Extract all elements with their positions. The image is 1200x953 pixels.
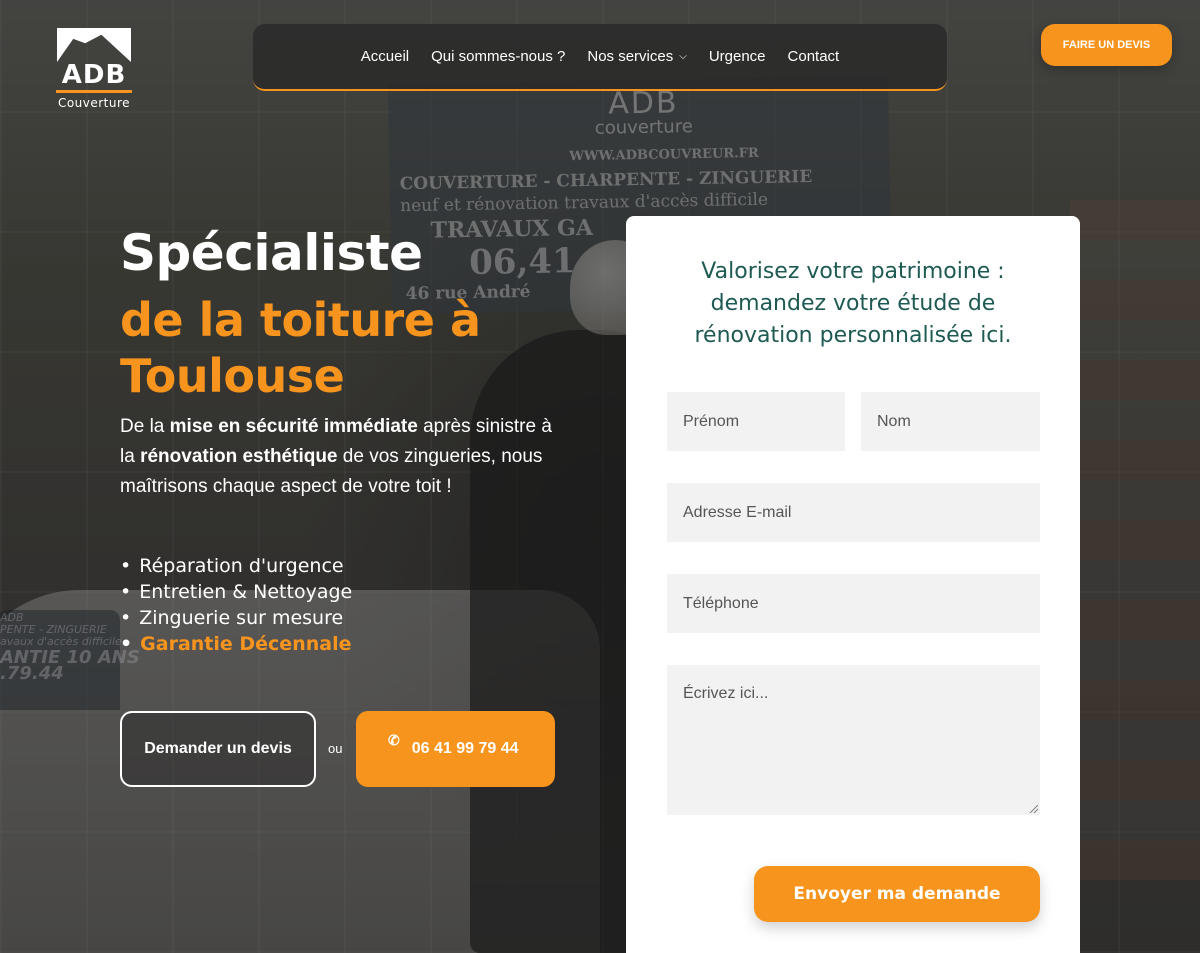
firstname-field[interactable]: Prénom bbox=[667, 392, 845, 451]
feature-item: Réparation d'urgence bbox=[120, 553, 352, 579]
phone-field[interactable]: Téléphone bbox=[667, 574, 1040, 633]
hero-description: De la mise en sécurité immédiate après s… bbox=[120, 412, 570, 502]
nav-item-urgence[interactable]: Urgence bbox=[709, 48, 766, 65]
chevron-down-icon: ⌵ bbox=[679, 51, 687, 62]
logo-tagline: Couverture bbox=[57, 96, 131, 110]
nav-item-qui-sommes-nous[interactable]: Qui sommes-nous ? bbox=[431, 48, 565, 65]
message-placeholder: Écrivez ici... bbox=[683, 685, 769, 702]
feature-list: Réparation d'urgence Entretien & Nettoya… bbox=[120, 553, 352, 657]
hero-title-line2: de la toiture à Toulouse bbox=[120, 293, 481, 403]
hero-title-line1: Spécialiste bbox=[120, 224, 423, 282]
feature-item: Zinguerie sur mesure bbox=[120, 605, 352, 631]
email-field[interactable]: Adresse E-mail bbox=[667, 483, 1040, 542]
main-nav: Accueil Qui sommes-nous ? Nos services ⌵ … bbox=[253, 24, 947, 91]
message-textarea[interactable]: Écrivez ici... bbox=[667, 665, 1040, 815]
desc-bold2: rénovation esthétique bbox=[140, 446, 338, 467]
nav-item-label: Accueil bbox=[360, 48, 410, 65]
or-separator: ou bbox=[328, 741, 343, 756]
nav-item-nos-services[interactable]: Nos services ⌵ bbox=[587, 48, 686, 65]
nav-item-label: Urgence bbox=[708, 48, 766, 65]
roof-icon bbox=[57, 28, 131, 62]
site-logo[interactable]: ADB Couverture bbox=[56, 28, 132, 110]
nav-item-label: Contact bbox=[787, 48, 840, 65]
feature-item: Entretien & Nettoyage bbox=[120, 579, 352, 605]
feature-item-highlight: Garantie Décennale bbox=[120, 631, 352, 657]
quote-form-card: Valorisez votre patrimoine : demandez vo… bbox=[626, 216, 1080, 953]
header-quote-button[interactable]: FAIRE UN DEVIS bbox=[1041, 24, 1172, 66]
form-title: Valorisez votre patrimoine : demandez vo… bbox=[694, 259, 1012, 348]
request-quote-button[interactable]: Demander un devis bbox=[120, 711, 316, 787]
nav-item-label: Qui sommes-nous ? bbox=[431, 48, 566, 65]
nav-item-accueil[interactable]: Accueil bbox=[361, 48, 409, 65]
lastname-field[interactable]: Nom bbox=[861, 392, 1040, 451]
submit-button[interactable]: Envoyer ma demande bbox=[754, 866, 1040, 922]
phone-icon: ✆ bbox=[388, 732, 400, 748]
resize-handle-icon[interactable] bbox=[1030, 805, 1038, 813]
nav-item-label: Nos services bbox=[587, 48, 674, 65]
nav-item-contact[interactable]: Contact bbox=[788, 48, 840, 65]
logo-brand: ADB bbox=[56, 62, 132, 93]
call-phone-button[interactable]: ✆ 06 41 99 79 44 bbox=[356, 711, 555, 787]
phone-number: 06 41 99 79 44 bbox=[411, 740, 519, 757]
desc-bold1: mise en sécurité immédiate bbox=[169, 416, 418, 437]
desc-part1: De la bbox=[120, 416, 170, 437]
